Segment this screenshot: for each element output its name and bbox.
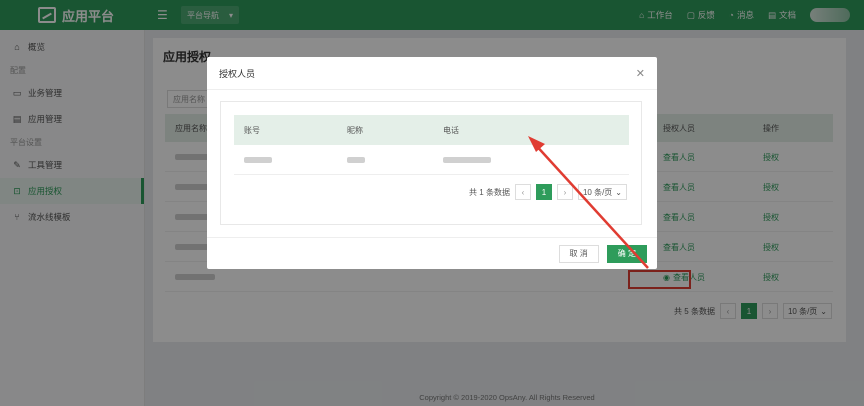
arrow-head (528, 136, 545, 152)
annotation-arrow (528, 136, 649, 269)
arrow-line (532, 141, 649, 269)
